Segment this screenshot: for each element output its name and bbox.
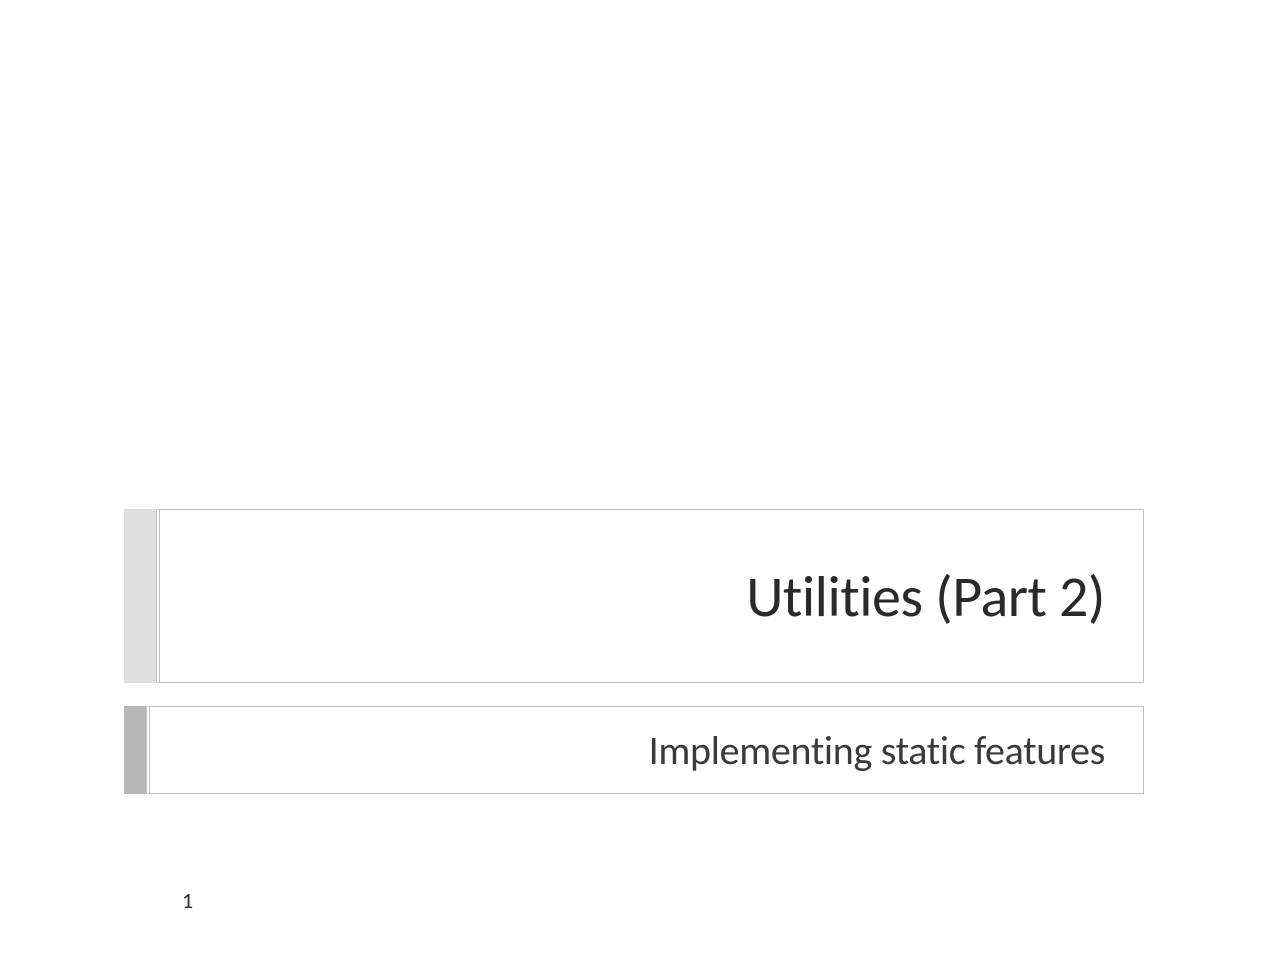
subtitle-accent-bar: [124, 706, 146, 794]
subtitle-content: Implementing static features: [146, 706, 1144, 794]
title-accent-bar: [124, 509, 156, 683]
slide-title: Utilities (Part 2): [746, 561, 1105, 632]
title-block: Utilities (Part 2): [124, 509, 1144, 683]
page-number: 1: [182, 887, 193, 914]
title-content: Utilities (Part 2): [156, 509, 1144, 683]
subtitle-block: Implementing static features: [124, 706, 1144, 794]
slide: Utilities (Part 2) Implementing static f…: [0, 0, 1280, 960]
slide-subtitle: Implementing static features: [649, 726, 1105, 775]
